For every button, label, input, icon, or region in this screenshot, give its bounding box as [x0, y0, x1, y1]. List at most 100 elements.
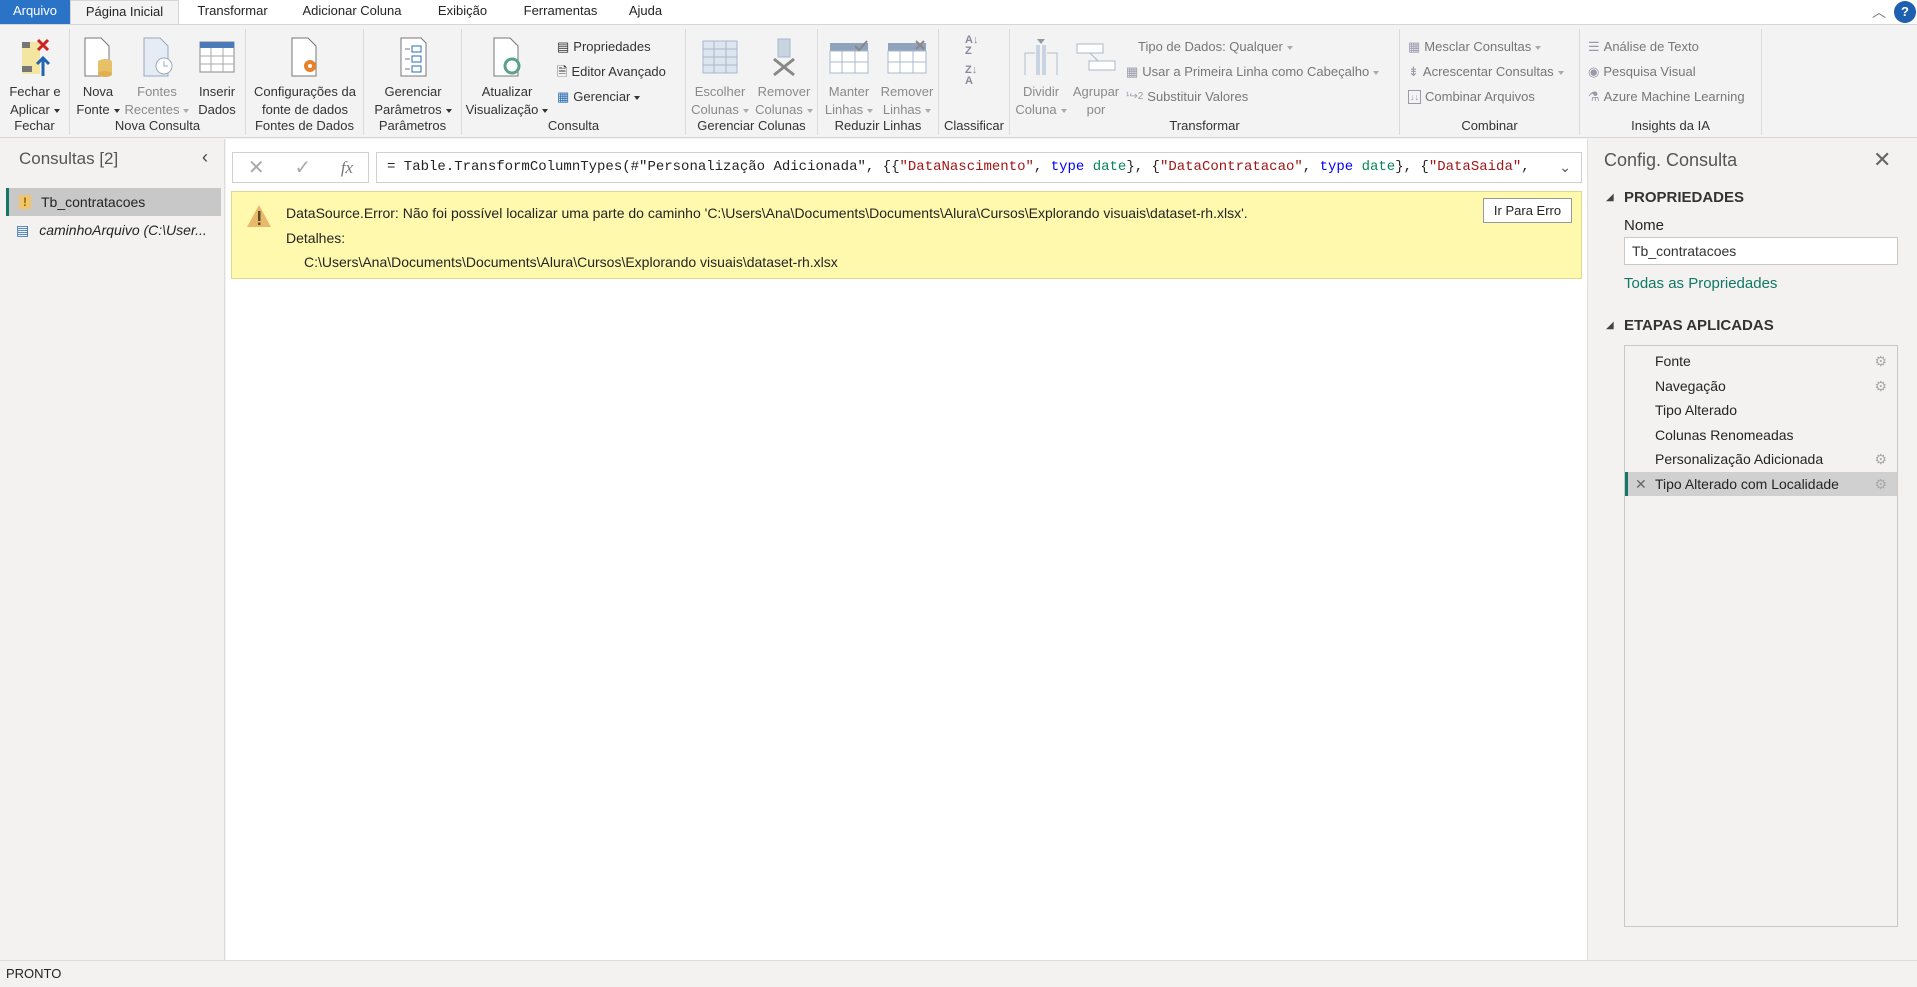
gerenciar-button[interactable]: ▦ Gerenciar	[557, 85, 640, 109]
close-apply-icon	[2, 33, 68, 81]
escolher-colunas-button[interactable]: Escolher Colunas	[688, 33, 752, 119]
delete-step-icon[interactable]: ✕	[1635, 472, 1647, 497]
code: = Table.TransformColumnTypes(#"Personali…	[387, 159, 900, 175]
tab-transformar[interactable]: Transformar	[180, 0, 285, 24]
tab-pagina-inicial[interactable]: Página Inicial	[70, 0, 179, 25]
applied-step[interactable]: Fonte ⚙	[1625, 349, 1897, 374]
substituir-valores-button[interactable]: ¹↪2 Substituir Valores	[1126, 85, 1248, 109]
label: Aplicar	[2, 101, 68, 119]
tab-arquivo[interactable]: Arquivo	[0, 0, 70, 24]
collapse-triangle-icon[interactable]: ◢	[1606, 320, 1614, 331]
fechar-aplicar-button[interactable]: Fechar e Aplicar	[2, 33, 68, 119]
ir-para-erro-button[interactable]: Ir Para Erro	[1483, 198, 1572, 223]
status-bar: PRONTO	[0, 960, 1917, 987]
code-type: date	[1084, 159, 1127, 175]
gear-icon[interactable]: ⚙	[1874, 374, 1887, 399]
fontes-recentes-button[interactable]: Fontes Recentes	[124, 33, 190, 119]
formula-bar[interactable]: = Table.TransformColumnTypes(#"Personali…	[376, 152, 1582, 183]
label: Combinar Arquivos	[1425, 89, 1535, 104]
code: }, {	[1126, 159, 1160, 175]
group-label: Fechar	[14, 118, 55, 133]
cancel-icon[interactable]: ✕	[248, 155, 265, 180]
query-item[interactable]: ▤ caminhoArquivo (C:\User...	[6, 216, 221, 244]
applied-step[interactable]: ✕ Tipo Alterado com Localidade ⚙	[1625, 471, 1897, 497]
configuracoes-fonte-button[interactable]: Configurações da fonte de dados	[248, 33, 362, 119]
formula-controls: ✕ ✓ fx	[232, 152, 369, 183]
combinar-arquivos-button[interactable]: ↓↓ Combinar Arquivos	[1408, 85, 1535, 109]
tipo-dados-dropdown[interactable]: Tipo de Dados: Qualquer	[1126, 35, 1293, 59]
label: Remover	[757, 84, 811, 99]
all-properties-link[interactable]: Todas as Propriedades	[1624, 275, 1777, 292]
query-name-input[interactable]	[1624, 237, 1898, 265]
azure-ml-button[interactable]: ⚗ Azure Machine Learning	[1588, 85, 1745, 109]
usar-primeira-linha-button[interactable]: ▦ Usar a Primeira Linha como Cabeçalho	[1126, 60, 1379, 84]
group-label: Transformar	[1169, 118, 1240, 133]
sort-descending-icon[interactable]: Z↓ A	[965, 65, 977, 87]
pesquisa-visual-button[interactable]: ◉ Pesquisa Visual	[1588, 60, 1696, 84]
query-name: Tb_contratacoes	[41, 194, 146, 210]
properties-heading: PROPRIEDADES	[1624, 189, 1745, 206]
code: ,	[1302, 159, 1320, 175]
help-icon[interactable]: ?	[1894, 1, 1916, 23]
label: Dividir	[1022, 84, 1060, 99]
expand-formula-icon[interactable]: ⌄	[1559, 153, 1571, 182]
group-classificar: A↓ Z Z↓ A Classificar	[939, 29, 1010, 135]
gear-icon[interactable]: ⚙	[1874, 349, 1887, 374]
step-label: Tipo Alterado	[1655, 402, 1737, 418]
atualizar-visualizacao-button[interactable]: Atualizar Visualização	[464, 33, 550, 119]
gerenciar-parametros-button[interactable]: Gerenciar Parâmetros	[366, 33, 460, 119]
label: Configurações da	[254, 84, 356, 99]
queries-title: Consultas [2]	[19, 149, 119, 168]
acrescentar-consultas-button[interactable]: ⇟ Acrescentar Consultas	[1408, 60, 1564, 84]
error-banner: DataSource.Error: Não foi possível local…	[231, 191, 1582, 279]
gear-icon[interactable]: ⚙	[1874, 472, 1887, 497]
close-icon[interactable]: ✕	[1873, 147, 1891, 173]
label: Atualizar	[481, 84, 533, 99]
fx-icon[interactable]: fx	[341, 158, 353, 178]
dividir-coluna-button[interactable]: Dividir Coluna	[1014, 33, 1068, 119]
applied-step[interactable]: Personalização Adicionada ⚙	[1625, 447, 1897, 472]
applied-step[interactable]: Tipo Alterado	[1625, 398, 1897, 423]
check-icon[interactable]: ✓	[294, 155, 311, 180]
collapse-pane-icon[interactable]: ‹	[202, 147, 208, 168]
label: fonte de dados	[261, 102, 349, 117]
collapse-ribbon-icon[interactable]: ︿	[1872, 2, 1886, 22]
query-item[interactable]: ! Tb_contratacoes	[6, 188, 221, 216]
tab-ajuda[interactable]: Ajuda	[618, 0, 673, 24]
code-string: "DataNascimento"	[899, 159, 1034, 175]
tab-ferramentas[interactable]: Ferramentas	[508, 0, 613, 24]
remover-colunas-button[interactable]: Remover Colunas	[752, 33, 816, 119]
gear-icon[interactable]: ⚙	[1874, 447, 1887, 472]
label: Editor Avançado	[571, 64, 666, 79]
analise-texto-button[interactable]: ☰ Análise de Texto	[1588, 35, 1699, 59]
query-name: caminhoArquivo (C:\User...	[39, 222, 207, 238]
properties-icon: ▤	[557, 39, 570, 54]
tab-adicionar-coluna[interactable]: Adicionar Coluna	[288, 0, 416, 24]
table-header-icon: ▦	[1126, 64, 1139, 79]
label: Azure Machine Learning	[1603, 89, 1745, 104]
label: Fonte	[74, 101, 122, 119]
group-label: Classificar	[944, 118, 1004, 133]
collapse-triangle-icon[interactable]: ◢	[1606, 192, 1614, 203]
nova-fonte-button[interactable]: Nova Fonte	[74, 33, 122, 119]
inserir-dados-button[interactable]: Inserir Dados	[192, 33, 242, 119]
eye-icon: ◉	[1588, 64, 1600, 79]
agrupar-por-button[interactable]: Agrupar por	[1070, 33, 1122, 119]
parameters-icon	[366, 33, 460, 81]
warning-icon	[247, 205, 271, 227]
remover-linhas-button[interactable]: Remover Linhas	[878, 33, 936, 119]
applied-step[interactable]: Colunas Renomeadas	[1625, 423, 1897, 448]
label: Colunas	[752, 101, 816, 119]
mesclar-consultas-button[interactable]: ▦ Mesclar Consultas	[1408, 35, 1541, 59]
applied-step[interactable]: Navegação ⚙	[1625, 374, 1897, 399]
manter-linhas-button[interactable]: Manter Linhas	[820, 33, 878, 119]
sort-ascending-icon[interactable]: A↓ Z	[965, 35, 978, 57]
source-settings-icon	[248, 33, 362, 81]
queries-pane: Consultas [2] ‹ ! Tb_contratacoes ▤ cami…	[0, 139, 225, 960]
text-analytics-icon: ☰	[1588, 39, 1600, 54]
editor-avancado-button[interactable]: 🗎 Editor Avançado	[557, 60, 666, 84]
label: Dados	[198, 102, 236, 117]
label: Fechar e	[9, 84, 61, 99]
tab-exibicao[interactable]: Exibição	[425, 0, 500, 24]
propriedades-button[interactable]: ▤ Propriedades	[557, 35, 651, 59]
